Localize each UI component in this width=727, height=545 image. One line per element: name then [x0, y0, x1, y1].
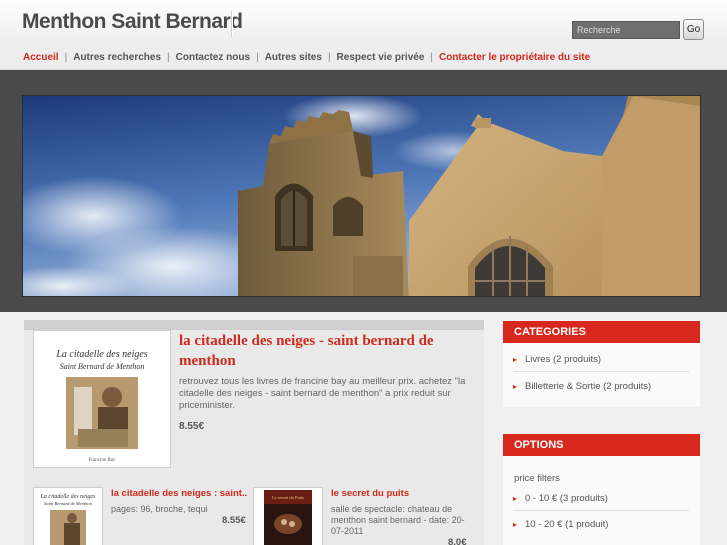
card-1-cover[interactable]: La citadelle des neiges Saint Bernard de… — [33, 487, 103, 545]
nav-item-accueil[interactable]: Accueil — [23, 52, 59, 63]
go-button[interactable]: Go — [683, 19, 704, 40]
category-label: Livres (2 produits) — [525, 354, 602, 365]
price-filters-label: price filters — [514, 473, 560, 484]
nav-item-autres-recherches[interactable]: Autres recherches — [73, 52, 161, 63]
cover-subtitle: Saint Bernard de Menthon — [60, 362, 145, 371]
card-1-cover-subtitle: Saint Bernard de Menthon — [44, 501, 92, 506]
nav-separator: | — [256, 52, 259, 63]
price-filter-label: 10 - 20 € (1 produit) — [525, 519, 609, 530]
title-divider — [231, 11, 233, 37]
nav-links: Accueil | Autres recherches | Contactez nous… — [23, 52, 590, 63]
nav-item-respect-vie-privee[interactable]: Respect vie privée — [337, 52, 425, 63]
nav-item-autres-sites[interactable]: Autres sites — [265, 52, 322, 63]
card-2-cover-title: Le secret du Puits — [272, 495, 304, 500]
category-label: Billetterie & Sortie (2 produits) — [525, 381, 652, 392]
card-2-description: salle de spectacle: chateau de menthon s… — [331, 504, 465, 536]
card-2-title[interactable]: le secret du puits — [331, 488, 471, 499]
card-1-title[interactable]: la citadelle des neiges : saint... — [111, 488, 247, 499]
featured-price: 8.55€ — [179, 421, 205, 432]
nav-item-contacter-proprietaire[interactable]: Contacter le propriétaire du site — [439, 52, 590, 63]
site-header: Menthon Saint Bernard Go — [0, 0, 727, 46]
categories-heading: CATEGORIES — [503, 321, 700, 343]
category-item-billetterie[interactable]: ▸ Billetterie & Sortie (2 produits) — [513, 374, 689, 399]
content-panel-topbar — [24, 320, 484, 330]
card-1-cover-title: La citadelle des neiges — [40, 494, 96, 500]
bullet-icon: ▸ — [513, 382, 518, 391]
main-nav: Accueil | Autres recherches | Contactez nous… — [0, 46, 727, 70]
nav-separator: | — [167, 52, 170, 63]
category-item-livres[interactable]: ▸ Livres (2 produits) — [513, 347, 689, 372]
bullet-icon: ▸ — [513, 355, 518, 364]
bullet-icon: ▸ — [513, 494, 518, 503]
featured-description: retrouvez tous les livres de francine ba… — [179, 376, 466, 411]
cover-title: La citadelle des neiges — [55, 349, 147, 360]
nav-item-contactez-nous[interactable]: Contactez nous — [176, 52, 250, 63]
card-2-price: 8.0€ — [448, 537, 467, 545]
nav-separator: | — [64, 52, 68, 63]
cover-author: Francine Bay — [89, 458, 116, 463]
card-1-description: pages: 96, broche, tequi — [111, 504, 208, 514]
featured-book-cover[interactable]: La citadelle des neiges Saint Bernard de… — [33, 330, 171, 468]
bullet-icon: ▸ — [513, 520, 518, 529]
options-heading: OPTIONS — [503, 434, 700, 456]
search-input[interactable] — [572, 21, 680, 39]
featured-title[interactable]: la citadelle des neiges - saint bernard … — [179, 331, 469, 371]
price-filter-0-10[interactable]: ▸ 0 - 10 € (3 produits) — [513, 486, 689, 511]
nav-separator: | — [430, 52, 433, 63]
banner-image-church — [22, 95, 701, 297]
banner-frame — [0, 70, 727, 312]
price-filter-10-20[interactable]: ▸ 10 - 20 € (1 produit) — [513, 512, 689, 537]
nav-separator: | — [327, 52, 331, 63]
card-2-cover[interactable]: Le secret du Puits — [253, 487, 323, 545]
site-title[interactable]: Menthon Saint Bernard — [22, 10, 243, 34]
card-1-price: 8.55€ — [222, 515, 246, 526]
price-filter-label: 0 - 10 € (3 produits) — [525, 493, 608, 504]
